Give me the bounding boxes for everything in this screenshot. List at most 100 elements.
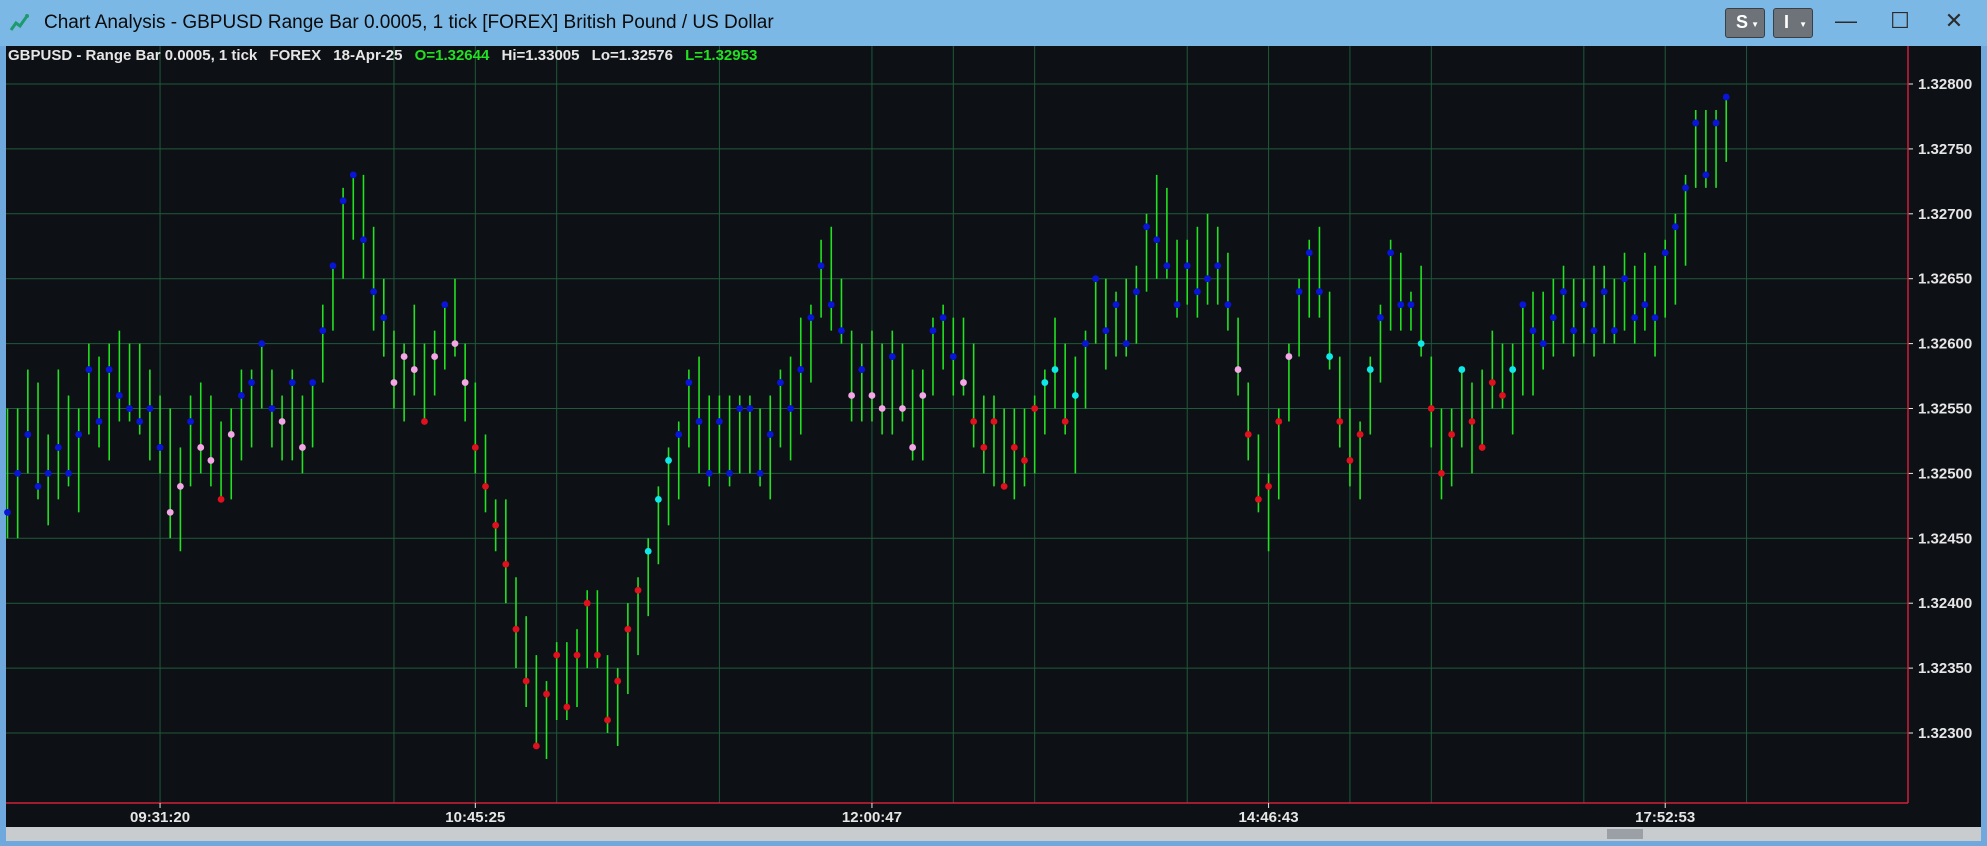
bar-close-dot: [919, 392, 927, 399]
bar-close-dot: [492, 521, 500, 529]
bar-close-dot: [1499, 392, 1506, 399]
bar-close-dot: [24, 431, 32, 438]
bar-close-dot: [197, 444, 205, 451]
bar-close-dot: [238, 392, 245, 399]
price-tick-label: 1.32400: [1918, 595, 1972, 612]
price-tick-label: 1.32650: [1918, 271, 1972, 288]
bar-close-dot: [1092, 275, 1100, 283]
bar-close-dot: [1295, 288, 1303, 296]
bar-close-dot: [685, 379, 693, 386]
bar-close-dot: [970, 418, 978, 425]
bar-close-dot: [309, 379, 316, 386]
bar-close-dot: [1346, 457, 1354, 464]
bar-close-dot: [136, 418, 144, 425]
bar-close-dot: [593, 651, 601, 659]
close-button[interactable]: ✕: [1931, 6, 1977, 36]
bar-close-dot: [1285, 353, 1293, 360]
time-tick-label: 10:45:25: [445, 809, 505, 826]
bar-close-dot: [746, 405, 754, 412]
bar-close-dot: [1641, 301, 1649, 309]
bar-close-dot: [1692, 119, 1700, 127]
bar-close-dot: [1224, 301, 1232, 309]
bar-close-dot: [4, 508, 11, 516]
bar-close-dot: [1122, 340, 1130, 347]
bar-close-dot: [1071, 392, 1079, 399]
last-value: L=1.32953: [685, 47, 758, 64]
bar-close-dot: [1112, 301, 1120, 309]
bar-close-dot: [878, 405, 886, 412]
bar-close-dot: [1570, 327, 1578, 335]
bar-close-dot: [838, 327, 845, 335]
bar-close-dot: [695, 418, 703, 425]
bar-close-dot: [583, 599, 591, 607]
bar-close-dot: [319, 327, 327, 335]
bar-close-dot: [1661, 249, 1669, 257]
bar-close-dot: [614, 677, 622, 685]
bar-close-dot: [1265, 482, 1272, 490]
maximize-button[interactable]: ☐: [1877, 6, 1923, 36]
bar-close-dot: [1600, 288, 1608, 296]
bar-close-dot: [461, 379, 469, 386]
bar-close-dot: [187, 418, 194, 425]
bar-close-dot: [288, 379, 296, 386]
bar-close-dot: [1143, 223, 1150, 231]
time-tick-label: 17:52:53: [1635, 809, 1695, 826]
minimize-button[interactable]: —: [1823, 6, 1869, 36]
bar-close-dot: [512, 625, 520, 633]
bar-close-dot: [339, 197, 347, 205]
range-bar-chart[interactable]: 1.32300 1.32350 1.32400 1.32450 1.32500 1.325…: [0, 46, 1987, 827]
scrollbar-thumb[interactable]: [1607, 829, 1643, 839]
bar-close-dot: [868, 392, 876, 399]
bar-close-dot: [1427, 405, 1435, 412]
bar-close-dot: [543, 690, 550, 698]
bar-close-dot: [1061, 418, 1069, 425]
bar-close-dot: [349, 171, 357, 179]
bar-close-dot: [1580, 301, 1588, 309]
bar-close-dot: [248, 379, 255, 386]
bar-close-dot: [1702, 171, 1710, 179]
bar-close-dot: [1529, 327, 1537, 335]
bar-close-dot: [716, 418, 723, 425]
bar-close-dot: [1255, 495, 1262, 503]
bar-close-dot: [390, 379, 398, 386]
date-label: 18-Apr-25: [333, 47, 403, 64]
bar-close-dot: [156, 444, 164, 451]
bar-close-dot: [532, 742, 540, 750]
bar-close-dot: [1244, 431, 1252, 438]
bar-close-dot: [227, 431, 235, 438]
bar-close-dot: [54, 444, 62, 451]
bar-close-dot: [756, 470, 764, 477]
bar-close-dot: [176, 482, 184, 490]
bar-close-dot: [1539, 340, 1547, 347]
bar-close-dot: [1621, 275, 1628, 283]
bar-close-dot: [278, 418, 286, 425]
bar-close-dot: [1010, 444, 1018, 451]
bar-close-dot: [1173, 301, 1181, 309]
price-tick-label: 1.32350: [1918, 660, 1972, 677]
bar-close-dot: [360, 236, 367, 244]
bar-close-dot: [1234, 366, 1242, 373]
bar-close-dot: [1153, 236, 1161, 244]
bar-close-dot: [1336, 418, 1344, 425]
horizontal-scrollbar[interactable]: [6, 827, 1981, 841]
bar-close-dot: [960, 379, 967, 386]
bar-close-dot: [1193, 288, 1201, 296]
bar-close-dot: [482, 482, 489, 490]
bar-close-dot: [848, 392, 856, 399]
bar-close-dot: [502, 560, 510, 568]
bar-close-dot: [268, 405, 276, 412]
price-tick-label: 1.32600: [1918, 336, 1972, 353]
bar-close-dot: [421, 418, 428, 425]
bar-close-dot: [705, 470, 713, 477]
price-tick-label: 1.32450: [1918, 530, 1972, 547]
s-toolbar-button[interactable]: S ▼: [1725, 8, 1765, 38]
bar-close-dot: [827, 301, 835, 309]
app-icon: [9, 14, 29, 31]
bar-close-dot: [166, 508, 174, 516]
price-tick-label: 1.32750: [1918, 141, 1972, 158]
price-tick-label: 1.32300: [1918, 725, 1972, 742]
bar-close-dot: [1163, 262, 1171, 270]
bar-close-dot: [65, 470, 72, 477]
symbol-label: GBPUSD - Range Bar 0.0005, 1 tick: [8, 47, 258, 64]
i-toolbar-button[interactable]: I ▼: [1773, 8, 1813, 38]
